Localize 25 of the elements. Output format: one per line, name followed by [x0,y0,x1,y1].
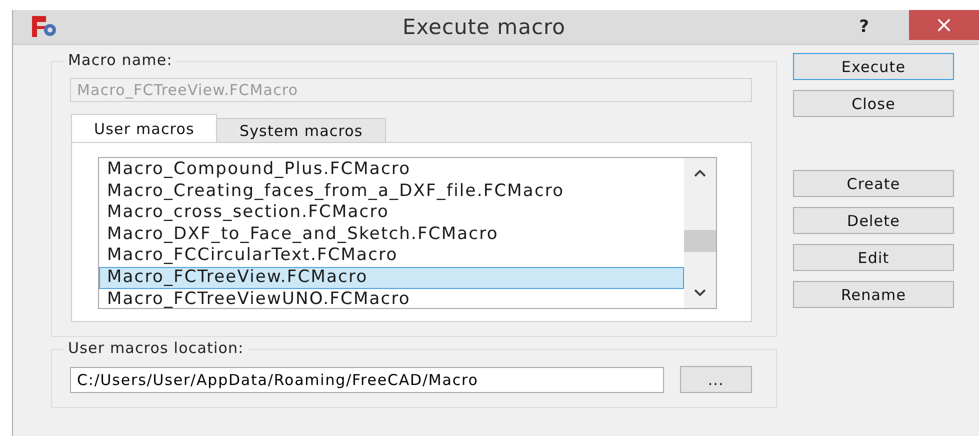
scroll-up-icon[interactable] [693,168,707,178]
close-button[interactable]: × [909,10,979,40]
tab[interactable]: System macros [216,118,386,142]
dialog-button[interactable]: Close [793,90,954,117]
help-button[interactable]: ? [849,17,879,37]
dialog-button[interactable]: Create [793,170,954,197]
tab[interactable]: User macros [71,114,218,142]
macro-list-item[interactable]: Macro_DXF_to_Face_and_Sketch.FCMacro [99,224,684,246]
scroll-thumb[interactable] [684,230,716,252]
macro-list-item[interactable]: Macro_FCTreeView.FCMacro [99,266,684,289]
scroll-down-icon[interactable] [693,288,707,298]
macro-list-item[interactable]: Macro_Compound_Plus.FCMacro [99,159,684,181]
macro-list-item[interactable]: Macro_Creating_faces_from_a_DXF_file.FCMacro [99,180,684,202]
location-field[interactable]: C:/Users/User/AppData/Roaming/FreeCAD/Macro [70,366,664,392]
window-title: Execute macro [401,15,567,39]
dialog-button[interactable]: Edit [793,244,954,271]
macro-list-item[interactable]: Macro_FCCircularText.FCMacro [99,245,684,267]
dialog-button[interactable]: Delete [793,207,954,234]
macro-list-item[interactable]: Macro_cross_section.FCMacro [99,202,684,224]
dialog-button[interactable]: Execute [793,53,954,80]
browse-button[interactable]: ... [680,366,752,393]
scrollbar[interactable] [684,158,716,308]
app-logo-icon [31,15,59,39]
dialog-button[interactable]: Rename [793,281,954,308]
macro-list-item[interactable]: Macro_FCTreeViewUNO.FCMacro [99,288,684,308]
